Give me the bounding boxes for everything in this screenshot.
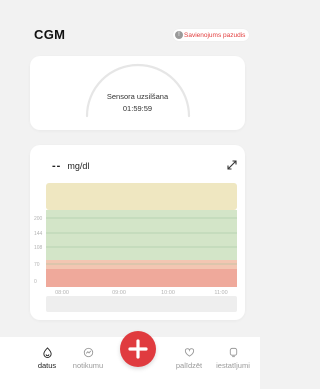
y-tick-label: 70 — [34, 262, 40, 268]
range-band-low — [46, 260, 237, 269]
sensor-status-label: Sensora uzsilšana — [106, 92, 169, 101]
sensor-timer: 01:59:59 — [122, 104, 153, 113]
plus-icon — [128, 339, 148, 359]
y-tick-label: 108 — [34, 245, 43, 251]
glucose-card: -- mg/dl 200 144 108 70 0 08:00 09:00 10:00 11:0… — [30, 145, 245, 320]
nav-item-events[interactable]: notikumu — [60, 347, 116, 370]
alert-icon: ! — [175, 31, 183, 39]
connection-lost-label: Savienojums pazudis — [184, 31, 246, 39]
page-title: CGM — [34, 27, 66, 42]
events-icon — [83, 347, 93, 358]
y-tick-label: 144 — [34, 231, 43, 237]
range-band-very-low — [46, 269, 237, 287]
home-icon — [42, 347, 52, 358]
range-band-target — [46, 210, 237, 260]
heart-icon — [184, 348, 194, 357]
nav-label-events: notikumu — [72, 361, 104, 370]
page-header: CGM ! Savienojums pazudis — [0, 0, 260, 52]
sensor-card: Sensora uzsilšana 01:59:59 — [30, 56, 245, 130]
nav-label-settings: iestatījumi — [216, 361, 250, 370]
connection-lost-badge[interactable]: ! Savienojums pazudis — [173, 29, 250, 41]
y-tick-label: 0 — [34, 279, 37, 285]
y-tick-label: 200 — [34, 216, 43, 222]
nav-item-settings[interactable]: iestatījumi — [205, 347, 261, 370]
range-band-high — [46, 183, 237, 210]
settings-icon — [229, 347, 237, 358]
chart-scrubber[interactable] — [46, 296, 237, 312]
add-entry-button[interactable] — [120, 331, 156, 367]
glucose-chart: 20014410870008:00 09:00 10:00 11:00 — [34, 183, 237, 296]
